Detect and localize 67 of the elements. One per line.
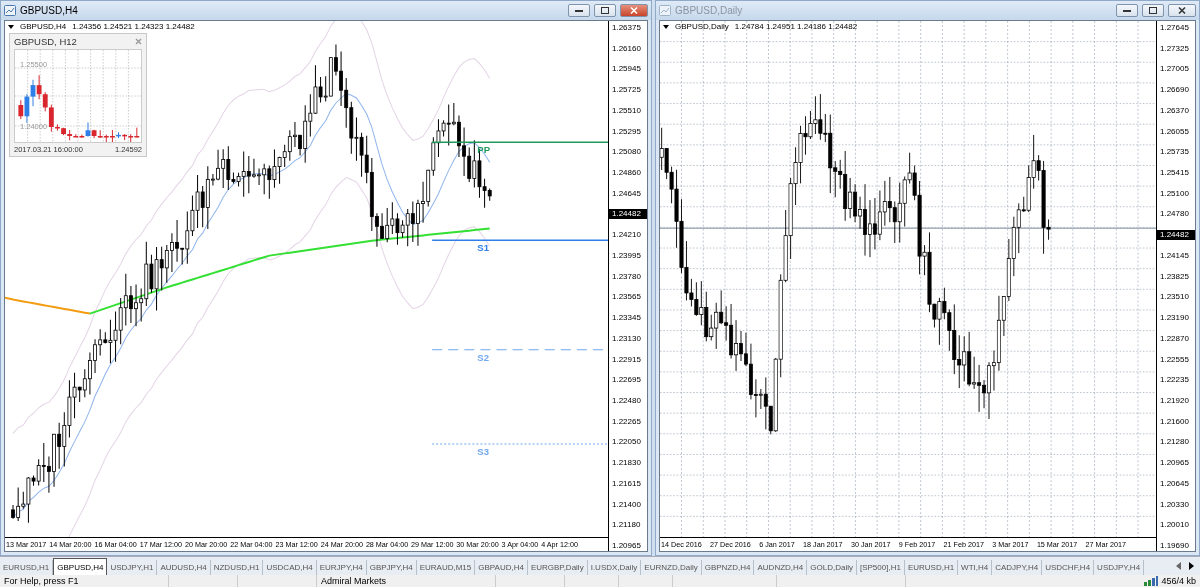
price-axis-label: 1.26690 <box>1159 85 1190 96</box>
price-axis-label: 1.24645 <box>611 188 642 199</box>
price-axis-label: 1.20965 <box>1159 458 1190 469</box>
window-title: GBPUSD,Daily <box>675 5 744 16</box>
current-price-tag: 1.24482 <box>1157 230 1195 241</box>
price-axis-label: 1.22480 <box>611 395 642 406</box>
price-axis-label: 1.25295 <box>611 126 642 137</box>
price-axis-label: 1.21280 <box>1159 437 1190 448</box>
traffic-text: 456/4 kb <box>1161 576 1196 586</box>
level-label: S1 <box>477 242 489 254</box>
price-axis-label: 1.26370 <box>1159 105 1190 116</box>
price-axis-label: 1.27325 <box>1159 43 1190 54</box>
chart-ohlc-prices: 1.24356 1.24521 1.24323 1.24482 <box>72 22 195 31</box>
price-axis-label: 1.22870 <box>1159 333 1190 344</box>
chart-ohlc-prices: 1.24784 1.24951 1.24186 1.24482 <box>734 22 858 31</box>
price-axis-label: 1.22695 <box>611 375 642 386</box>
price-axis-label: 1.19690 <box>1159 540 1190 551</box>
price-axis-label: 1.24145 <box>1159 250 1190 261</box>
price-axis-label: 1.25080 <box>611 147 642 158</box>
price-axis-label: 1.26160 <box>611 43 642 54</box>
current-price-tag: 1.24482 <box>609 209 647 220</box>
price-axis-label: 1.25415 <box>1159 168 1190 179</box>
broker-name: Admiral Markets <box>321 576 386 586</box>
price-axis-label: 1.22235 <box>1159 375 1190 386</box>
price-axis-label: 1.23565 <box>611 292 642 303</box>
chart-symbol: GBPUSD,H4 <box>20 22 67 31</box>
price-axis-label: 1.22555 <box>1159 354 1190 365</box>
price-axis-label: 1.26375 <box>611 23 642 33</box>
price-axis-label: 1.22265 <box>611 416 642 427</box>
price-axis-label: 1.23995 <box>611 250 642 261</box>
price-axis-label: 1.21920 <box>1159 395 1190 406</box>
price-axis-label: 1.21615 <box>611 478 642 489</box>
price-axis-label: 1.24780 <box>1159 209 1190 220</box>
price-axis-label: 1.21830 <box>611 458 642 469</box>
price-axis-label: 1.26055 <box>1159 126 1190 137</box>
price-axis-label: 1.24860 <box>611 168 642 179</box>
price-axis-label: 1.25510 <box>611 105 642 116</box>
help-text: For Help, press F1 <box>4 576 79 586</box>
price-axis-label: 1.27005 <box>1159 64 1190 75</box>
price-axis-label: 1.20965 <box>611 540 642 551</box>
price-axis-label: 1.20645 <box>1159 478 1190 489</box>
price-axis-label: 1.21600 <box>1159 416 1190 427</box>
price-axis-label: 1.22915 <box>611 354 642 365</box>
level-label: S3 <box>477 446 489 458</box>
level-label: PP <box>477 144 491 156</box>
price-axis-label: 1.25725 <box>611 85 642 96</box>
level-label: S2 <box>477 351 489 363</box>
price-axis-label: 1.20330 <box>1159 499 1190 510</box>
price-axis-label: 1.27645 <box>1159 23 1190 33</box>
price-axis-label: 1.22050 <box>611 437 642 448</box>
price-axis-label: 1.25735 <box>1159 147 1190 158</box>
price-axis-label: 1.21400 <box>611 499 642 510</box>
chart-tab[interactable]: GBPUSD,H4 <box>53 558 108 575</box>
price-axis-label: 1.23345 <box>611 313 642 324</box>
price-axis-label: 1.24210 <box>611 230 642 241</box>
price-axis-label: 1.23825 <box>1159 271 1190 282</box>
price-axis-label: 1.21180 <box>611 520 642 531</box>
chart-symbol: GBPUSD,Daily <box>675 22 729 31</box>
price-axis-label: 1.23510 <box>1159 292 1190 303</box>
price-axis-label: 1.25100 <box>1159 188 1190 199</box>
price-axis-label: 1.23190 <box>1159 313 1190 324</box>
price-axis-label: 1.20010 <box>1159 520 1190 531</box>
price-axis-label: 1.25945 <box>611 64 642 75</box>
price-axis-label: 1.23130 <box>611 333 642 344</box>
price-axis-label: 1.23780 <box>611 271 642 282</box>
mini-chart-title: GBPUSD, H12 <box>14 36 77 47</box>
window-title: GBPUSD,H4 <box>20 5 79 16</box>
